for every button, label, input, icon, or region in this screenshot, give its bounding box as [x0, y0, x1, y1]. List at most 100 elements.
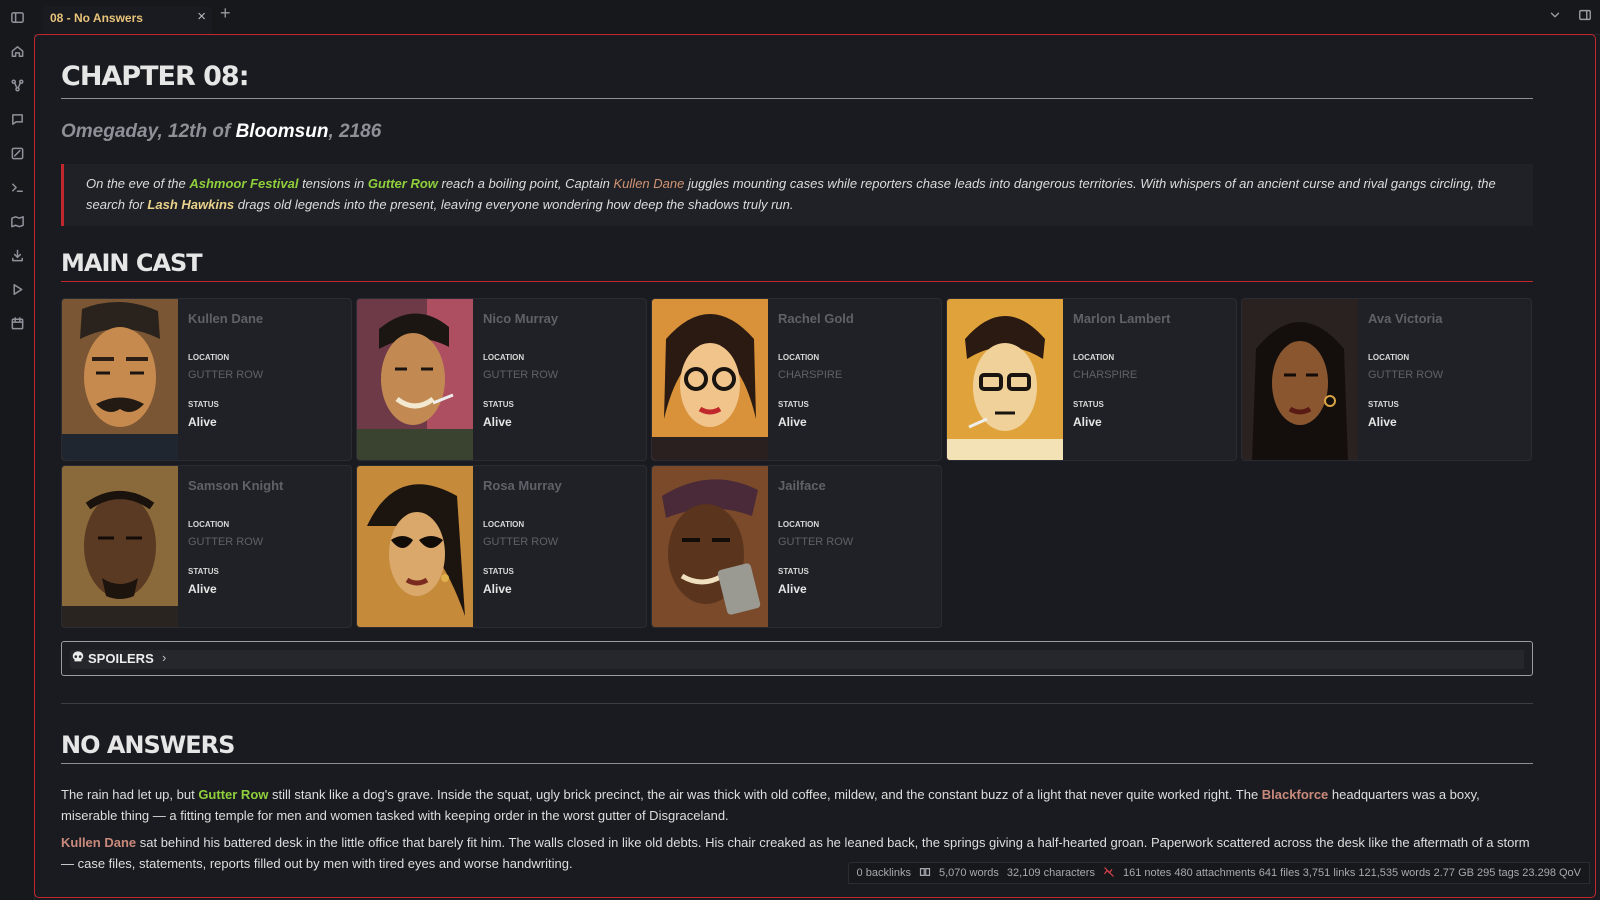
- link-ashmoor-festival[interactable]: Ashmoor Festival: [189, 176, 298, 191]
- location-value[interactable]: GUTTER ROW: [483, 536, 558, 548]
- status-label: STATUS: [1073, 400, 1104, 409]
- portrait-image: [62, 299, 178, 460]
- cast-name[interactable]: Ava Victoria: [1368, 311, 1442, 326]
- date-month: Bloomsun: [235, 121, 329, 142]
- portrait-image: [652, 466, 768, 627]
- cast-card[interactable]: Rosa Murray LOCATION GUTTER ROW STATUS A…: [356, 465, 647, 628]
- no-answers-heading: NO ANSWERS: [61, 731, 1533, 764]
- location-label: LOCATION: [483, 520, 525, 529]
- cast-card[interactable]: Ava Victoria LOCATION GUTTER ROW STATUS …: [1241, 298, 1532, 461]
- location-label: LOCATION: [483, 353, 525, 362]
- cast-name[interactable]: Jailface: [778, 478, 826, 493]
- cast-name[interactable]: Marlon Lambert: [1073, 311, 1171, 326]
- location-label: LOCATION: [1368, 353, 1410, 362]
- chapter-date: Omegaday, 12th of Bloomsun, 2186: [61, 121, 381, 143]
- cast-card[interactable]: Nico Murray LOCATION GUTTER ROW STATUS A…: [356, 298, 647, 461]
- date-suffix: , 2186: [328, 121, 382, 142]
- status-label: STATUS: [483, 567, 514, 576]
- section-divider: [61, 703, 1533, 704]
- location-label: LOCATION: [778, 520, 820, 529]
- cast-card[interactable]: Jailface LOCATION GUTTER ROW STATUS Aliv…: [651, 465, 942, 628]
- status-value: Alive: [1073, 415, 1102, 429]
- location-value[interactable]: GUTTER ROW: [188, 369, 263, 381]
- portrait-image: [357, 299, 473, 460]
- chat-icon[interactable]: [0, 102, 34, 136]
- summary-text: On the eve of the: [86, 176, 190, 191]
- calendar-icon[interactable]: [0, 306, 34, 340]
- status-label: STATUS: [778, 400, 809, 409]
- location-value[interactable]: GUTTER ROW: [188, 536, 263, 548]
- portrait-image: [357, 466, 473, 627]
- date-prefix: Omegaday, 12th of: [61, 121, 236, 142]
- location-value[interactable]: CHARSPIRE: [778, 369, 842, 381]
- sync-error-icon[interactable]: [1103, 866, 1115, 881]
- tab-active[interactable]: 08 - No Answers ×: [42, 6, 212, 34]
- status-value: Alive: [778, 415, 807, 429]
- spoilers-callout[interactable]: SPOILERS ›: [61, 641, 1533, 676]
- link-lash-hawkins[interactable]: Lash Hawkins: [147, 197, 234, 212]
- portrait-image: [1242, 299, 1358, 460]
- link-gutter-row[interactable]: Gutter Row: [198, 787, 268, 802]
- terminal-icon[interactable]: [0, 170, 34, 204]
- cast-card[interactable]: Samson Knight LOCATION GUTTER ROW STATUS…: [61, 465, 352, 628]
- word-count: 5,070 words: [938, 867, 999, 879]
- status-label: STATUS: [188, 567, 219, 576]
- play-icon[interactable]: [0, 272, 34, 306]
- status-label: STATUS: [483, 400, 514, 409]
- location-value[interactable]: CHARSPIRE: [1073, 369, 1137, 381]
- portrait-image: [947, 299, 1063, 460]
- home-icon[interactable]: [0, 34, 34, 68]
- graph-view-icon[interactable]: [0, 68, 34, 102]
- location-value[interactable]: GUTTER ROW: [483, 369, 558, 381]
- right-sidebar-toggle-icon[interactable]: [1578, 8, 1592, 25]
- spoilers-bar: [70, 650, 1524, 669]
- new-tab-icon[interactable]: +: [220, 3, 231, 24]
- location-value[interactable]: GUTTER ROW: [1368, 369, 1443, 381]
- status-label: STATUS: [1368, 400, 1399, 409]
- cast-name[interactable]: Rosa Murray: [483, 478, 562, 493]
- location-label: LOCATION: [188, 353, 230, 362]
- tab-title[interactable]: 08 - No Answers: [50, 11, 143, 25]
- main-cast-heading: MAIN CAST: [61, 249, 1533, 282]
- cast-card[interactable]: Kullen Dane LOCATION GUTTER ROW STATUS A…: [61, 298, 352, 461]
- portrait-image: [62, 466, 178, 627]
- map-icon[interactable]: [0, 204, 34, 238]
- chapter-heading: CHAPTER 08:: [61, 61, 1533, 99]
- cast-card[interactable]: Rachel Gold LOCATION CHARSPIRE STATUS Al…: [651, 298, 942, 461]
- reading-icon[interactable]: [919, 866, 931, 881]
- status-value: Alive: [188, 415, 217, 429]
- sidebar-toggle-icon[interactable]: [0, 0, 34, 34]
- cast-name[interactable]: Nico Murray: [483, 311, 558, 326]
- paragraph-text: still stank like a dog's grave. Inside t…: [268, 787, 1262, 802]
- status-value: Alive: [483, 415, 512, 429]
- link-gutter-row[interactable]: Gutter Row: [368, 176, 438, 191]
- character-count: 32,109 characters: [1006, 867, 1095, 879]
- location-value[interactable]: GUTTER ROW: [778, 536, 853, 548]
- spoilers-label[interactable]: SPOILERS: [88, 651, 154, 666]
- left-ribbon: [0, 0, 35, 900]
- link-kullen-dane[interactable]: Kullen Dane: [61, 835, 136, 850]
- location-label: LOCATION: [778, 353, 820, 362]
- status-value: Alive: [778, 582, 807, 596]
- cast-name[interactable]: Rachel Gold: [778, 311, 854, 326]
- link-blackforce[interactable]: Blackforce: [1262, 787, 1328, 802]
- skull-icon: [71, 650, 85, 667]
- vault-statistics: 161 notes 480 attachments 641 files 3,75…: [1122, 867, 1581, 879]
- chevron-right-icon[interactable]: ›: [162, 650, 166, 665]
- tab-bar: 08 - No Answers × +: [34, 0, 1600, 35]
- download-icon[interactable]: [0, 238, 34, 272]
- portrait-image: [652, 299, 768, 460]
- chevron-down-icon[interactable]: [1548, 8, 1562, 25]
- canvas-icon[interactable]: [0, 136, 34, 170]
- cast-card[interactable]: Marlon Lambert LOCATION CHARSPIRE STATUS…: [946, 298, 1237, 461]
- cast-name[interactable]: Samson Knight: [188, 478, 283, 493]
- backlinks-count[interactable]: 0 backlinks: [857, 867, 911, 879]
- cast-name[interactable]: Kullen Dane: [188, 311, 263, 326]
- body-paragraph: The rain had let up, but Gutter Row stil…: [61, 784, 1533, 826]
- note-view[interactable]: CHAPTER 08: Omegaday, 12th of Bloomsun, …: [34, 34, 1596, 898]
- status-value: Alive: [188, 582, 217, 596]
- link-kullen-dane[interactable]: Kullen Dane: [614, 176, 685, 191]
- tab-close-icon[interactable]: ×: [197, 8, 206, 25]
- status-value: Alive: [483, 582, 512, 596]
- status-label: STATUS: [778, 567, 809, 576]
